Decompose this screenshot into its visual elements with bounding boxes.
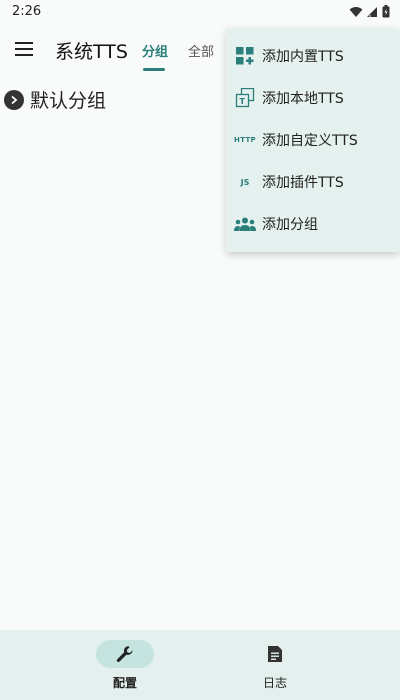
group-label: 默认分组 (30, 90, 107, 112)
menu-item-label: 添加分组 (262, 217, 318, 233)
menu-item-label: 添加插件TTS (262, 175, 344, 191)
bottom-navigation: 配置 日志 (0, 630, 400, 700)
menu-item-add-local-tts[interactable]: T 添加本地TTS (226, 77, 400, 119)
nav-label-log: 日志 (262, 676, 287, 690)
page-title: 系统TTS (55, 41, 128, 63)
local-tts-icon: T (234, 87, 256, 109)
add-dropdown-menu: 添加内置TTS T 添加本地TTS HTTP 添加自定义TTS JS 添加插件T… (226, 28, 400, 252)
nav-item-config[interactable]: 配置 (65, 630, 185, 700)
tab-indicator (143, 68, 165, 71)
menu-item-add-plugin-tts[interactable]: JS 添加插件TTS (226, 161, 400, 203)
menu-item-add-custom-tts[interactable]: HTTP 添加自定义TTS (226, 119, 400, 161)
tab-group[interactable]: 分组 (142, 41, 168, 60)
js-icon: JS (240, 177, 250, 187)
group-row-default[interactable]: 默认分组 (4, 86, 106, 113)
wrench-icon (116, 646, 133, 662)
hamburger-menu-icon[interactable] (15, 41, 35, 57)
group-icon (234, 213, 256, 235)
status-bar: 2:26 (0, 0, 400, 24)
svg-text:T: T (240, 97, 246, 106)
chevron-right-icon[interactable] (4, 89, 24, 110)
menu-item-add-builtin-tts[interactable]: 添加内置TTS (226, 35, 400, 77)
nav-item-log[interactable]: 日志 (215, 630, 335, 700)
tab-all[interactable]: 全部 (188, 41, 214, 60)
menu-item-label: 添加本地TTS (262, 91, 344, 107)
status-time: 2:26 (12, 4, 42, 19)
menu-item-add-group[interactable]: 添加分组 (226, 203, 400, 245)
http-icon: HTTP (234, 136, 256, 144)
nav-label-config: 配置 (112, 676, 137, 690)
grid-add-icon (234, 45, 256, 67)
status-icons (349, 5, 390, 18)
menu-item-label: 添加内置TTS (262, 49, 344, 65)
menu-item-label: 添加自定义TTS (262, 133, 358, 149)
signal-icon (367, 6, 377, 17)
wifi-icon (349, 6, 363, 17)
battery-icon (382, 5, 390, 18)
document-icon (268, 646, 282, 662)
